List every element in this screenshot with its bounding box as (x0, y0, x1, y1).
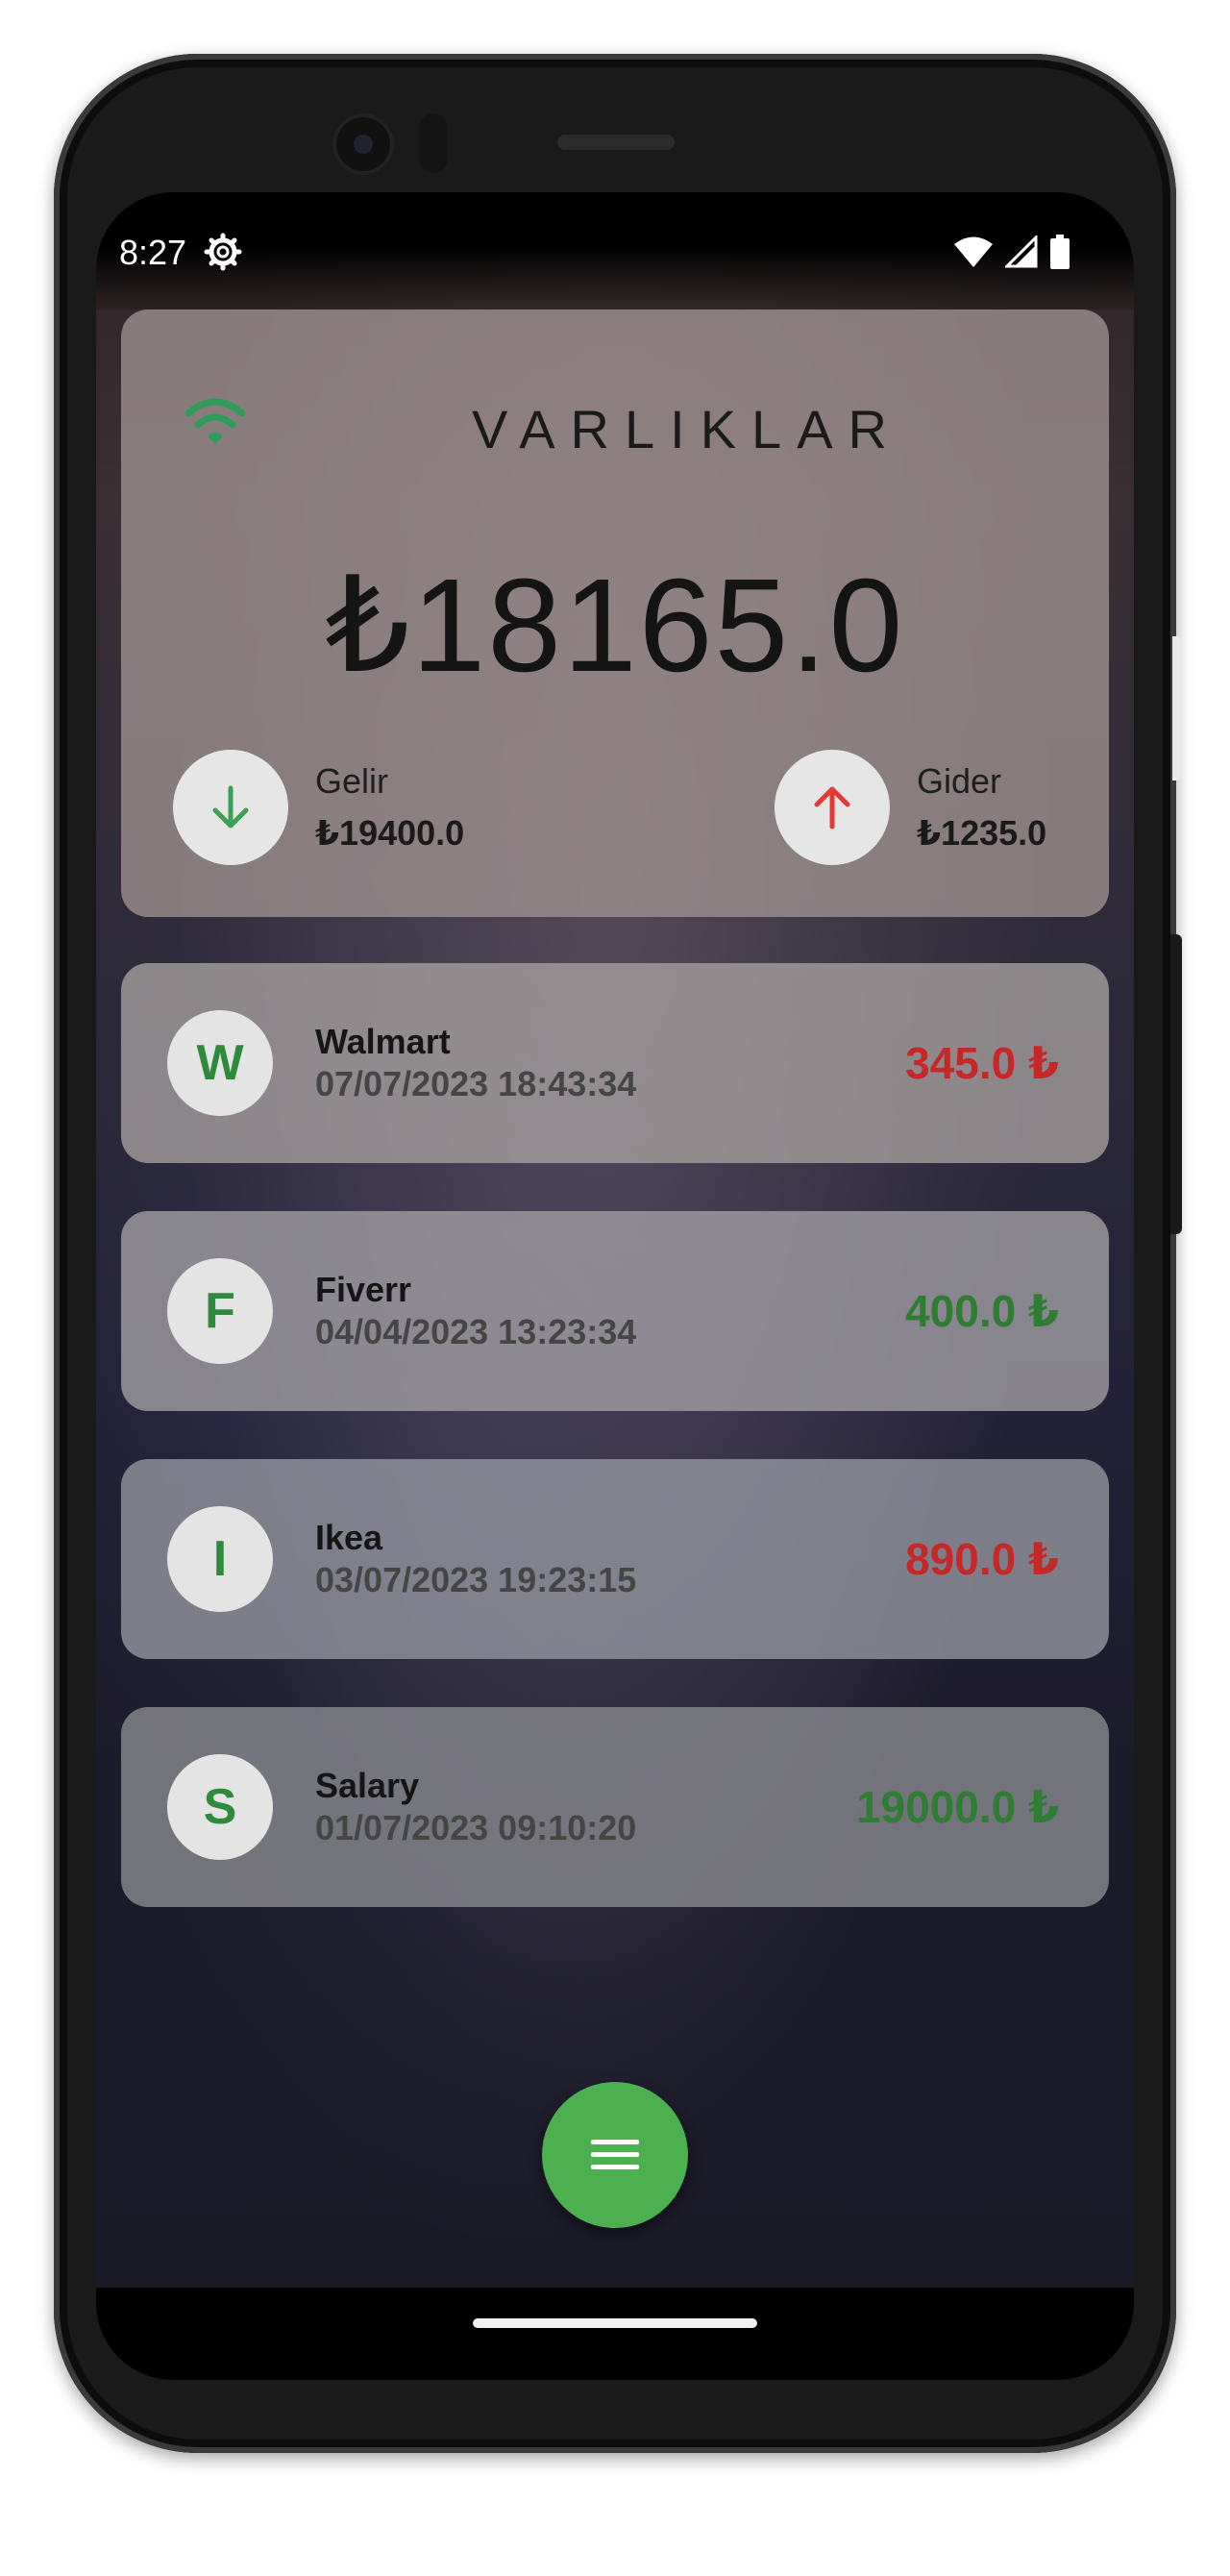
proximity-sensor (419, 113, 448, 173)
transaction-amount: 890.0 ₺ (905, 1534, 1059, 1584)
status-icons (953, 235, 1070, 269)
income-label: Gelir (315, 761, 389, 801)
status-time: 8:27 (119, 233, 187, 272)
transaction-date: 04/04/2023 13:23:34 (315, 1312, 637, 1351)
transaction-avatar: F (167, 1258, 273, 1364)
expense-summary: Gider ₺1235.0 (775, 750, 1046, 865)
transaction-amount: 400.0 ₺ (905, 1286, 1059, 1336)
transaction-amount: 19000.0 ₺ (855, 1782, 1059, 1832)
assets-title: VARLIKLAR (472, 399, 902, 459)
transaction-item-walmart[interactable]: W Walmart 07/07/2023 18:43:34 345.0 ₺ (121, 963, 1109, 1163)
menu-icon (591, 2140, 639, 2169)
cell-signal-icon (1005, 235, 1038, 268)
expense-icon-circle (775, 750, 890, 865)
phone-screen: 8:27 VARLIKLAR ₺18165.0 Gelir ₺19400.0 G… (96, 192, 1134, 2380)
home-indicator[interactable] (473, 2318, 757, 2328)
transaction-amount: 345.0 ₺ (905, 1038, 1059, 1088)
battery-icon (1050, 235, 1070, 269)
earpiece-speaker (557, 135, 675, 150)
transaction-avatar: W (167, 1010, 273, 1116)
gear-icon (204, 233, 242, 271)
transaction-date: 07/07/2023 18:43:34 (315, 1064, 637, 1103)
transaction-avatar: I (167, 1506, 273, 1612)
transaction-item-fiverr[interactable]: F Fiverr 04/04/2023 13:23:34 400.0 ₺ (121, 1211, 1109, 1411)
income-icon-circle (173, 750, 288, 865)
income-summary: Gelir ₺19400.0 (173, 750, 464, 865)
volume-button (1170, 934, 1182, 1234)
status-bar: 8:27 (96, 192, 1134, 310)
transaction-item-salary[interactable]: S Salary 01/07/2023 09:10:20 19000.0 ₺ (121, 1707, 1109, 1907)
transaction-name: Salary (315, 1766, 420, 1805)
expense-label: Gider (917, 761, 1002, 801)
assets-summary-card: VARLIKLAR ₺18165.0 Gelir ₺19400.0 Gider … (121, 310, 1109, 917)
menu-fab-button[interactable] (542, 2082, 688, 2228)
income-value: ₺19400.0 (315, 813, 465, 853)
transaction-name: Ikea (315, 1518, 383, 1557)
transaction-date: 03/07/2023 19:23:15 (315, 1560, 637, 1599)
app-area: 8:27 VARLIKLAR ₺18165.0 Gelir ₺19400.0 G… (96, 192, 1134, 2288)
transaction-avatar: S (167, 1754, 273, 1860)
power-button (1172, 636, 1182, 780)
transaction-item-ikea[interactable]: I Ikea 03/07/2023 19:23:15 890.0 ₺ (121, 1459, 1109, 1659)
arrow-up-icon (814, 786, 850, 830)
expense-value: ₺1235.0 (917, 813, 1047, 853)
transaction-date: 01/07/2023 09:10:20 (315, 1808, 637, 1847)
assets-total: ₺18165.0 (325, 552, 905, 700)
transaction-name: Walmart (315, 1022, 451, 1061)
arrow-down-icon (212, 785, 249, 829)
transaction-name: Fiverr (315, 1270, 412, 1309)
navigation-bar (96, 2288, 1134, 2380)
front-camera (332, 113, 394, 175)
wifi-signal-icon (954, 236, 993, 267)
